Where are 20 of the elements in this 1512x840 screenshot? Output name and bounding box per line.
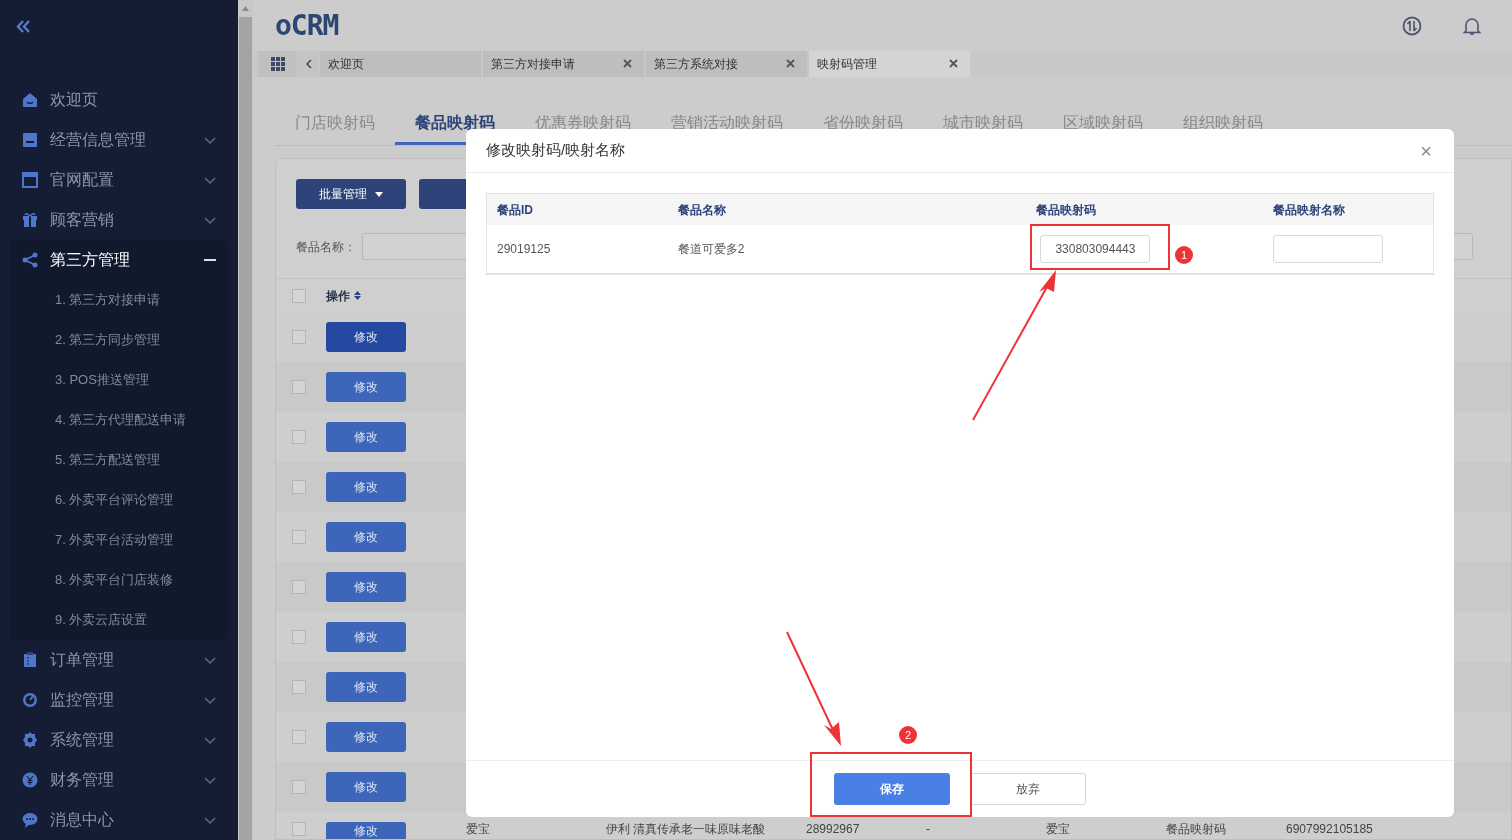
column-header: 餐品名称 bbox=[676, 201, 727, 219]
column-header: 餐品映射码 bbox=[1035, 201, 1098, 219]
table-cell-text: 29019125 bbox=[496, 241, 552, 258]
logo: oCRM bbox=[275, 7, 339, 44]
filter-label: 餐品名称： bbox=[296, 238, 356, 256]
tab-label: 第三方对接申请 bbox=[491, 55, 575, 73]
table-cell-text: 爱宝 bbox=[466, 822, 491, 836]
table-cell-text: 伊利 清真传承老一味原味老酸 bbox=[606, 822, 767, 836]
tab-label: 映射码管理 bbox=[817, 55, 877, 73]
table-cell-text: 爱宝 bbox=[1046, 822, 1071, 836]
tab-label: 欢迎页 bbox=[328, 55, 364, 73]
column-header: 餐品映射名称 bbox=[1272, 201, 1347, 219]
table-cell-text: 餐品映射码 bbox=[1166, 822, 1227, 836]
column-header: 操作 bbox=[326, 287, 350, 305]
table-cell-text: 28992967 bbox=[806, 822, 861, 836]
table-cell-text: 餐道可爱多2 bbox=[676, 241, 746, 258]
column-header: 餐品ID bbox=[496, 201, 534, 219]
tab-label: 第三方系统对接 bbox=[654, 55, 738, 73]
table-cell-text: 6907992105185 bbox=[1286, 822, 1374, 836]
table-cell-text: - bbox=[926, 822, 931, 836]
